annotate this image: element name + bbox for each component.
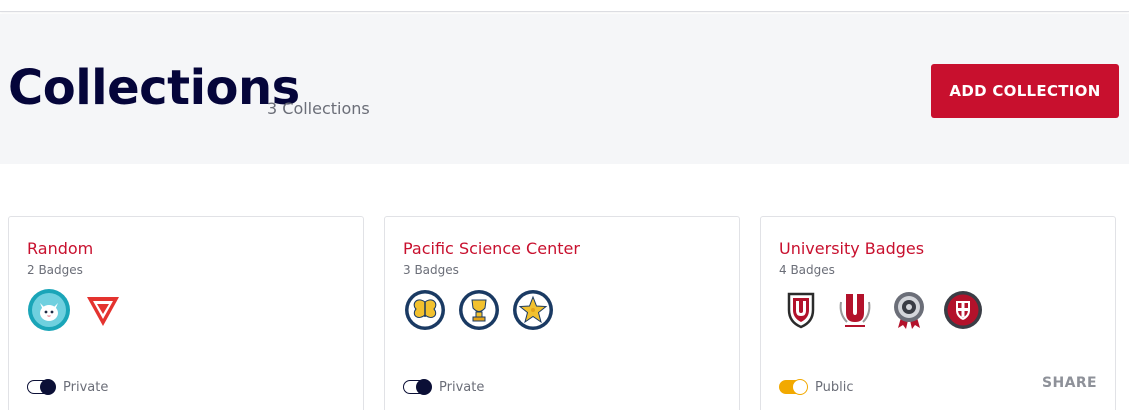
toggle-knob bbox=[792, 379, 808, 395]
collection-card-university-badges[interactable]: University Badges 4 Badges Public SHARE bbox=[760, 216, 1116, 410]
privacy-label: Private bbox=[63, 379, 109, 395]
badge-list bbox=[779, 287, 995, 333]
share-button[interactable]: SHARE bbox=[1042, 375, 1097, 391]
university-laurel-badge-icon[interactable] bbox=[833, 288, 877, 332]
butterfly-badge-icon[interactable] bbox=[403, 288, 447, 332]
cat-badge-icon[interactable] bbox=[27, 288, 71, 332]
privacy-label: Private bbox=[439, 379, 485, 395]
badge-count: 4 Badges bbox=[779, 263, 835, 277]
badge-list bbox=[27, 287, 135, 333]
trophy-badge-icon[interactable] bbox=[457, 288, 501, 332]
privacy-setting: Private bbox=[403, 378, 484, 396]
collections-header: Collections 3 Collections ADD COLLECTION bbox=[0, 14, 1129, 164]
crest-badge-icon[interactable] bbox=[941, 288, 985, 332]
collection-title[interactable]: University Badges bbox=[779, 239, 924, 258]
university-shield-badge-icon[interactable] bbox=[779, 288, 823, 332]
privacy-setting: Public bbox=[779, 378, 853, 396]
triangle-badge-icon[interactable] bbox=[81, 288, 125, 332]
toggle-knob bbox=[416, 379, 432, 395]
badge-count: 2 Badges bbox=[27, 263, 83, 277]
collection-title[interactable]: Random bbox=[27, 239, 93, 258]
collection-card-pacific-science-center[interactable]: Pacific Science Center 3 Badges Private bbox=[384, 216, 740, 410]
collection-title[interactable]: Pacific Science Center bbox=[403, 239, 580, 258]
top-nav-bar bbox=[0, 0, 1129, 12]
add-collection-button[interactable]: ADD COLLECTION bbox=[931, 64, 1119, 118]
medal-ribbon-badge-icon[interactable] bbox=[887, 288, 931, 332]
toggle-knob bbox=[40, 379, 56, 395]
page-title: Collections bbox=[8, 60, 300, 116]
collection-card-random[interactable]: Random 2 Badges Private bbox=[8, 216, 364, 410]
privacy-setting: Private bbox=[27, 378, 108, 396]
privacy-toggle[interactable] bbox=[403, 379, 432, 395]
badge-list bbox=[403, 287, 565, 333]
privacy-toggle[interactable] bbox=[27, 379, 56, 395]
starfish-badge-icon[interactable] bbox=[511, 288, 555, 332]
privacy-toggle[interactable] bbox=[779, 379, 808, 395]
privacy-label: Public bbox=[815, 379, 854, 395]
badge-count: 3 Badges bbox=[403, 263, 459, 277]
collection-count: 3 Collections bbox=[267, 99, 370, 118]
